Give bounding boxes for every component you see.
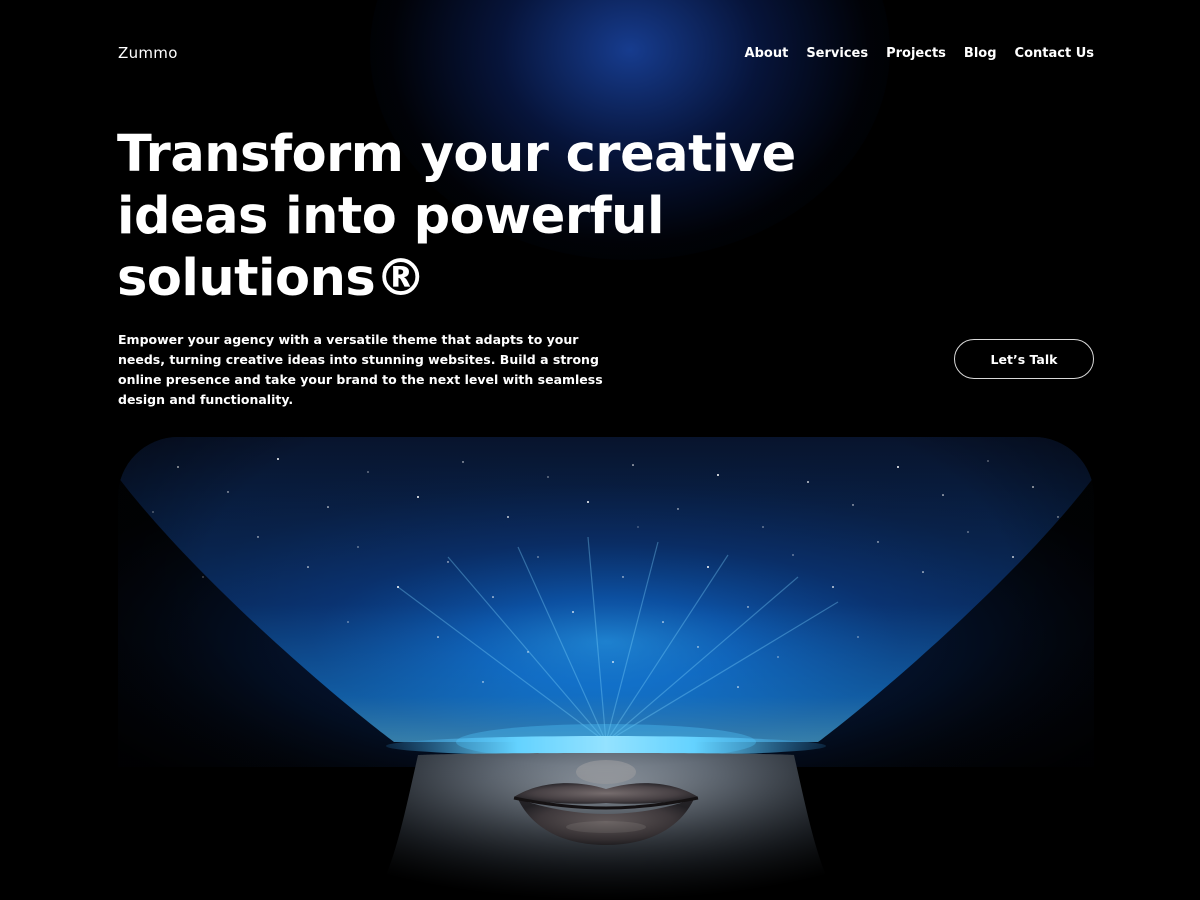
nav-item-blog[interactable]: Blog [964,46,997,61]
lets-talk-button[interactable]: Let’s Talk [954,339,1094,379]
main-nav: About Services Projects Blog Contact Us [745,46,1094,61]
hero-image [118,437,1094,900]
nav-item-about[interactable]: About [745,46,789,61]
nav-item-projects[interactable]: Projects [886,46,946,61]
hero-description: Empower your agency with a versatile the… [118,332,603,407]
hero-headline: Transform your creative ideas into power… [117,125,796,308]
nav-item-contact-us[interactable]: Contact Us [1015,46,1094,61]
nav-item-services[interactable]: Services [806,46,868,61]
site-logo[interactable]: Zummo [118,44,178,62]
site-header: Zummo About Services Projects Blog Conta… [118,40,1094,66]
